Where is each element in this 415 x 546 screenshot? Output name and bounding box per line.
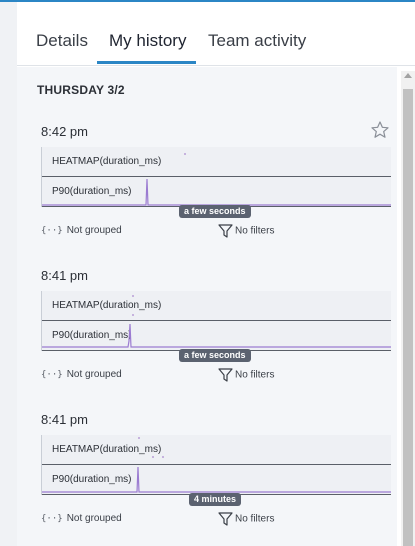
relative-time-badge: a few seconds — [179, 205, 251, 218]
braces-icon: {··} — [41, 226, 63, 236]
heatmap-preview: HEATMAP(duration_ms) — [42, 291, 391, 321]
viz-label-heatmap: HEATMAP(duration_ms) — [52, 300, 162, 311]
braces-icon: {··} — [41, 370, 63, 380]
filters-indicator[interactable]: No filters — [218, 224, 274, 238]
query-preview[interactable]: HEATMAP(duration_ms) P90(duration_ms) — [41, 291, 391, 351]
tab-details[interactable]: Details — [36, 31, 88, 51]
grouped-label: Not grouped — [66, 369, 122, 380]
history-panel: Details My history Team activity THURSDA… — [17, 2, 415, 546]
entry-time: 8:41 pm — [41, 268, 88, 283]
entry-meta: {··} Not grouped No filters — [41, 368, 390, 385]
braces-icon: {··} — [41, 514, 63, 524]
viz-label-heatmap: HEATMAP(duration_ms) — [52, 444, 162, 455]
heatmap-dot — [162, 456, 164, 458]
group-by-indicator[interactable]: {··} Not grouped — [41, 369, 122, 380]
filters-label: No filters — [235, 225, 275, 237]
group-by-indicator[interactable]: {··} Not grouped — [41, 513, 122, 524]
heatmap-dot — [132, 314, 134, 316]
heatmap-dot — [184, 153, 186, 155]
relative-time-badge: 4 minutes — [189, 493, 242, 506]
funnel-icon — [218, 224, 233, 238]
viz-label-p90: P90(duration_ms) — [52, 474, 132, 485]
history-entry[interactable]: 8:41 pm HEATMAP(duration_ms) P90(duratio… — [17, 412, 397, 546]
history-entry[interactable]: 8:42 pm HEATMAP(duration_ms) P90(duratio… — [17, 121, 397, 259]
grouped-label: Not grouped — [66, 513, 122, 524]
filters-indicator[interactable]: No filters — [218, 368, 274, 382]
filters-indicator[interactable]: No filters — [218, 512, 274, 526]
grouped-label: Not grouped — [66, 225, 122, 236]
viz-label-heatmap: HEATMAP(duration_ms) — [52, 156, 162, 167]
star-outline-icon[interactable] — [370, 120, 390, 140]
heatmap-dot — [152, 456, 154, 458]
scroll-up-arrow-icon[interactable] — [404, 73, 412, 78]
tab-my-history[interactable]: My history — [109, 31, 186, 51]
relative-time-badge: a few seconds — [179, 349, 251, 362]
funnel-icon — [218, 368, 233, 382]
entry-time: 8:42 pm — [41, 124, 88, 139]
entry-time: 8:41 pm — [41, 412, 88, 427]
heatmap-preview: HEATMAP(duration_ms) — [42, 147, 391, 177]
query-preview[interactable]: HEATMAP(duration_ms) P90(duration_ms) — [41, 435, 391, 495]
heatmap-preview: HEATMAP(duration_ms) — [42, 435, 391, 465]
p90-preview: P90(duration_ms) — [42, 321, 391, 351]
scrollbar-thumb[interactable] — [403, 89, 413, 546]
active-tab-indicator — [97, 61, 196, 64]
tab-bar: Details My history Team activity — [17, 2, 415, 66]
p90-preview: P90(duration_ms) — [42, 465, 391, 495]
entry-meta: {··} Not grouped No filters — [41, 224, 390, 241]
funnel-icon — [218, 512, 233, 526]
viz-label-p90: P90(duration_ms) — [52, 186, 132, 197]
heatmap-dot — [132, 295, 134, 297]
entry-meta: {··} Not grouped No filters — [41, 512, 390, 529]
group-by-indicator[interactable]: {··} Not grouped — [41, 225, 122, 236]
day-header: THURSDAY 3/2 — [37, 83, 125, 97]
history-entry[interactable]: 8:41 pm HEATMAP(duration_ms) P90(duratio… — [17, 268, 397, 403]
viz-label-p90: P90(duration_ms) — [52, 330, 132, 341]
tab-team-activity[interactable]: Team activity — [208, 31, 306, 51]
filters-label: No filters — [235, 369, 275, 381]
history-list: THURSDAY 3/2 8:42 pm HEATMAP(duration_ms… — [17, 67, 397, 546]
scrollbar[interactable] — [401, 71, 415, 546]
p90-preview: P90(duration_ms) — [42, 177, 391, 207]
query-preview[interactable]: HEATMAP(duration_ms) P90(duration_ms) — [41, 147, 391, 207]
heatmap-dot — [138, 437, 140, 439]
filters-label: No filters — [235, 513, 275, 525]
